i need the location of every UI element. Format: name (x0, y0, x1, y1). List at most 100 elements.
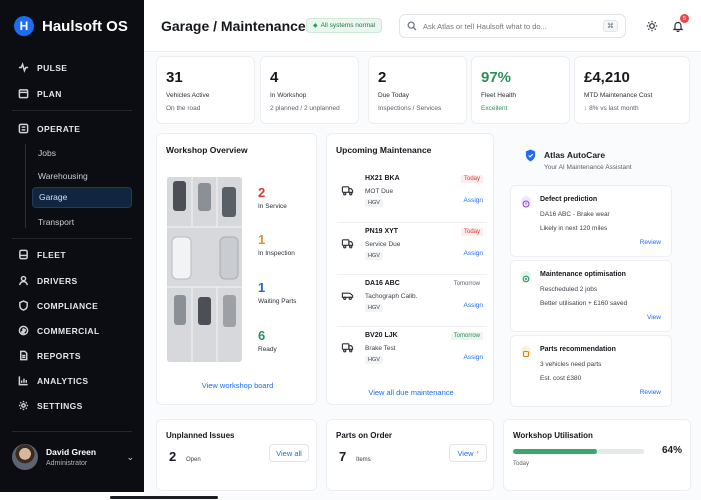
maintenance-type: Service Due (365, 241, 401, 248)
theme-toggle-button[interactable] (644, 18, 660, 34)
compliance-icon (19, 300, 28, 311)
status-dot-icon: ◆ (313, 23, 318, 29)
shortcut-hint: ⌘ (603, 20, 618, 32)
list-item[interactable]: PN19 XYT Service Due HGV Today Assign (337, 222, 487, 272)
assign-link[interactable]: Assign (463, 197, 483, 204)
unplanned-count: 2 (169, 449, 177, 464)
notifications-button[interactable]: 5 (670, 14, 689, 34)
stat-ready-label: Ready (258, 346, 277, 353)
drivers-icon (18, 275, 29, 286)
chevron-down-icon[interactable]: ⌄ (126, 452, 134, 463)
section-title: Unplanned Issues (166, 431, 235, 440)
view-all-button[interactable]: View all (269, 444, 309, 462)
nav-item-pulse[interactable]: PULSE (18, 62, 67, 73)
ai-card-line: 3 vehicles need parts (540, 361, 602, 368)
subnav-item-garage[interactable]: Garage (32, 187, 132, 208)
view-parts-button[interactable]: View › (449, 444, 487, 462)
assign-link[interactable]: Assign (463, 250, 483, 257)
kpi-card-due-today[interactable]: 2 Due Today Inspections / Services (368, 56, 467, 124)
nav-item-settings[interactable]: SETTINGS (18, 400, 83, 411)
section-title: Upcoming Maintenance (336, 145, 432, 155)
unplanned-issues-card: Unplanned Issues 2 Open View all (156, 419, 317, 491)
commercial-icon (18, 325, 29, 336)
kpi-card-vehicles-active[interactable]: 31 Vehicles Active On the road (156, 56, 255, 124)
kpi-label: In Workshop (270, 92, 307, 99)
view-all-maintenance-link[interactable]: View all due maintenance (327, 388, 495, 397)
section-title: Workshop Utilisation (513, 431, 593, 440)
operate-icon (18, 123, 29, 134)
brand[interactable]: H Haulsoft OS (14, 16, 128, 36)
list-item[interactable]: HX21 BKA MOT Due HGV Today Assign (337, 170, 487, 220)
review-link[interactable]: Review (640, 239, 661, 246)
nav-item-fleet[interactable]: FLEET (18, 249, 66, 260)
nav-item-plan[interactable]: PLAN (18, 88, 62, 99)
page-title: Garage / Maintenance (161, 18, 306, 34)
sun-icon (646, 20, 658, 32)
horizontal-scrollbar[interactable] (110, 496, 218, 499)
kpi-sub: 8% vs last month (589, 105, 639, 112)
nav-item-compliance[interactable]: COMPLIANCE (18, 300, 98, 311)
search-input[interactable] (423, 21, 597, 31)
alert-icon (521, 196, 531, 208)
user-menu[interactable]: David Green Administrator ⌄ (12, 444, 134, 470)
vehicle-reg: DA16 ABC (365, 280, 400, 287)
ai-card-maintenance-optimisation[interactable]: Maintenance optimisation Rescheduled 2 j… (510, 260, 672, 332)
upcoming-maintenance-card: Upcoming Maintenance HX21 BKA MOT Due HG… (326, 133, 494, 405)
workshop-overview-card: Workshop Overview 2 In Service 1 In Insp… (156, 133, 317, 405)
nav-item-drivers[interactable]: DRIVERS (18, 275, 78, 286)
subnav-item-transport[interactable]: Transport (38, 217, 74, 227)
list-item[interactable]: BV20 LJK Brake Test HGV Tomorrow Assign (337, 326, 487, 376)
nav-label: COMMERCIAL (37, 325, 100, 336)
vehicle-class-tag: HGV (365, 252, 383, 260)
nav-label: SETTINGS (37, 400, 83, 411)
divider (12, 238, 132, 239)
ai-card-parts-recommendation[interactable]: Parts recommendation 3 vehicles need par… (510, 335, 672, 407)
assign-link[interactable]: Assign (463, 354, 483, 361)
stat-in-inspection-value: 1 (258, 232, 266, 247)
ai-card-line: Better utilisation + £160 saved (540, 300, 628, 307)
subnav-item-jobs[interactable]: Jobs (38, 148, 56, 158)
user-name: David Green (46, 447, 97, 457)
nav-item-commercial[interactable]: COMMERCIAL (18, 325, 100, 336)
haulsoft-logo-icon: H (14, 16, 34, 36)
workshop-bays-illustration (167, 177, 242, 362)
nav-item-analytics[interactable]: ANALYTICS (18, 375, 88, 386)
view-link[interactable]: View (647, 314, 661, 321)
assign-link[interactable]: Assign (463, 302, 483, 309)
subnav-item-warehousing[interactable]: Warehousing (38, 171, 88, 181)
utilisation-progress-bar (513, 449, 644, 454)
nav-label: DRIVERS (37, 275, 78, 286)
nav-label: ANALYTICS (37, 375, 89, 386)
kpi-label: MTD Maintenance Cost (584, 92, 653, 99)
nav-item-reports[interactable]: REPORTS (18, 350, 81, 361)
avatar (12, 444, 38, 470)
maintenance-type: MOT Due (365, 188, 394, 195)
vehicle-class-tag: HGV (365, 356, 383, 364)
kpi-sub: On the road (166, 105, 201, 112)
section-title: Parts on Order (336, 431, 393, 440)
kpi-card-fleet-health[interactable]: 97% Fleet Health Excellent (471, 56, 570, 124)
kpi-value: £4,210 (584, 69, 630, 86)
nav-item-operate[interactable]: OPERATE (18, 123, 80, 134)
stat-waiting-parts-value: 1 (258, 280, 266, 295)
ai-card-line: Est. cost £380 (540, 375, 582, 382)
due-badge: Tomorrow (453, 281, 480, 287)
calendar-icon (18, 89, 29, 99)
utilisation-period: Today (513, 461, 530, 467)
review-link[interactable]: Review (640, 389, 661, 396)
main-content: Garage / Maintenance ◆ All systems norma… (144, 0, 701, 500)
kpi-card-in-workshop[interactable]: 4 In Workshop 2 planned / 2 unplanned (260, 56, 359, 124)
chevron-right-icon: › (476, 450, 479, 456)
fleet-icon (19, 249, 28, 260)
nav-label: COMPLIANCE (37, 300, 99, 311)
notification-badge: 5 (680, 14, 689, 23)
search-bar[interactable]: ⌘ (399, 14, 626, 38)
ai-card-defect-prediction[interactable]: Defect prediction DA16 ABC - Brake wear … (510, 185, 672, 257)
view-parts-label: View (457, 448, 474, 458)
divider (12, 110, 132, 111)
view-workshop-board-link[interactable]: View workshop board (157, 381, 318, 390)
status-text: All systems normal (320, 22, 376, 29)
optimise-icon (521, 271, 531, 283)
kpi-card-maintenance-cost[interactable]: £4,210 MTD Maintenance Cost ↓ 8% vs last… (574, 56, 690, 124)
list-item[interactable]: DA16 ABC Tachograph Calib. HGV Tomorrow … (337, 274, 487, 324)
